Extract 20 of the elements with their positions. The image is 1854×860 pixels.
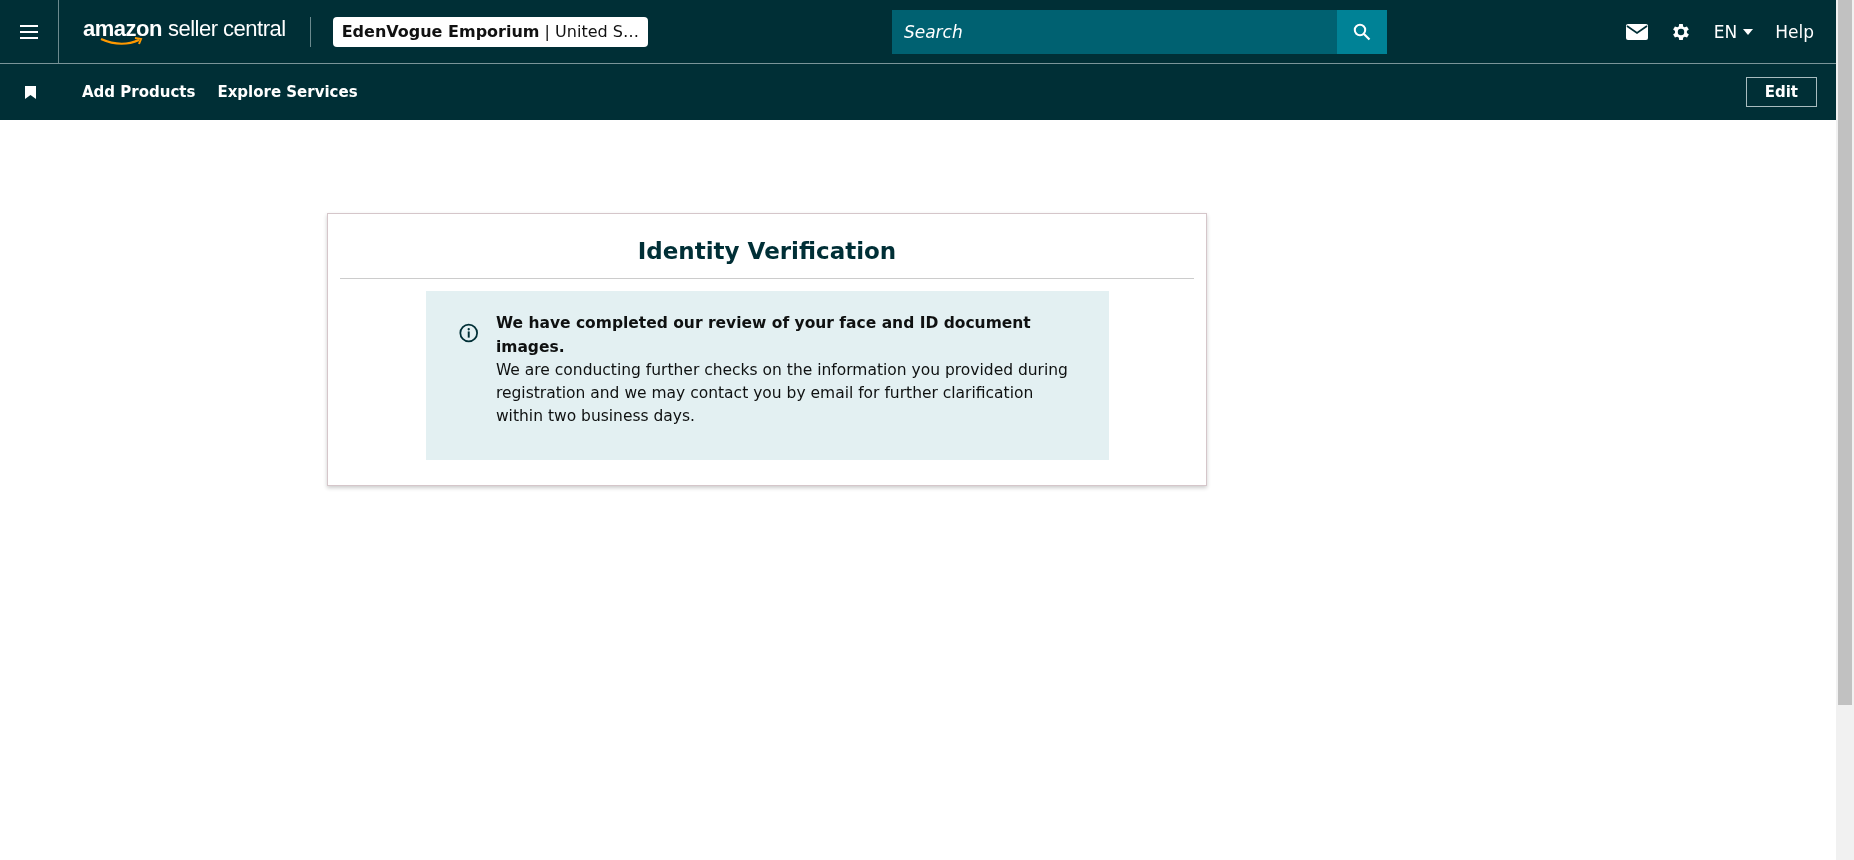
search-icon	[1352, 22, 1371, 41]
nav-link[interactable]: Explore Services	[217, 83, 358, 101]
card-title: Identity Verification	[340, 214, 1194, 279]
edit-button[interactable]: Edit	[1745, 77, 1817, 107]
alert-heading: We have completed our review of your face and ID document images.	[495, 313, 1032, 358]
logo-product-text: seller central	[167, 16, 286, 41]
caret-icon	[1743, 28, 1754, 35]
language-selector[interactable]: EN	[1713, 21, 1754, 42]
mail-icon[interactable]	[1625, 23, 1648, 40]
search-button[interactable]	[1336, 9, 1387, 54]
logo-brand-text: amazon	[83, 16, 162, 41]
store-selector[interactable]: EdenVogue Emporium | United S…	[332, 16, 648, 47]
scrollbar-thumb[interactable]	[1838, 0, 1852, 705]
bookmark-icon[interactable]	[25, 85, 36, 99]
help-link[interactable]: Help	[1775, 21, 1814, 42]
search-field[interactable]: Search	[891, 9, 1337, 54]
scrollbar[interactable]	[1836, 0, 1854, 860]
nav-link[interactable]: Add Products	[82, 83, 196, 101]
alert-message: We are conducting further checks on the information you provided during registration and we may contact you by email for further clarification within two business days.	[495, 360, 1069, 427]
menu-icon	[19, 23, 39, 40]
